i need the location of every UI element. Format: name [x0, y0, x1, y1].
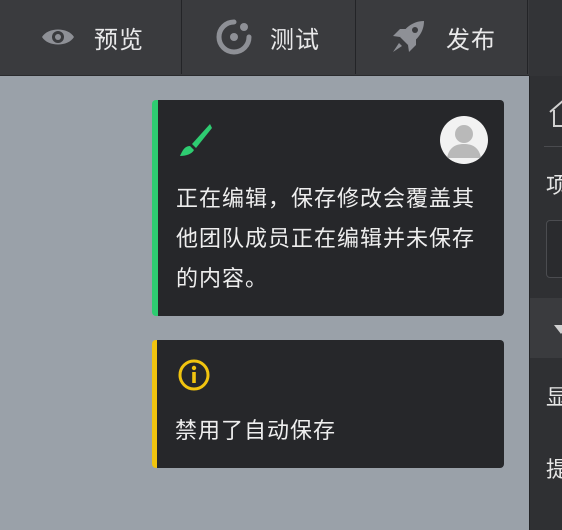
home-icon[interactable]: [548, 96, 562, 134]
toolbar-overflow-area: [529, 0, 562, 76]
panel-divider: [544, 146, 562, 147]
brush-icon: [178, 122, 212, 162]
test-icon: [216, 19, 252, 55]
test-label: 测试: [270, 25, 320, 54]
rocket-icon: [390, 19, 428, 55]
info-icon: [177, 358, 211, 396]
autosave-notice-text: 禁用了自动保存: [175, 419, 337, 444]
eye-icon: [40, 25, 76, 49]
editing-notice-text: 正在编辑，保存修改会覆盖其他团队成员正在编辑并未保存的内容。: [176, 187, 476, 292]
toolbar-divider: [527, 0, 528, 74]
toolbar-divider: [181, 0, 182, 74]
avatar-icon: [440, 116, 488, 164]
test-button[interactable]: 测试: [216, 0, 320, 74]
panel-input[interactable]: [546, 220, 562, 278]
chevron-down-icon: [554, 320, 562, 339]
editing-notice-card: 正在编辑，保存修改会覆盖其他团队成员正在编辑并未保存的内容。: [152, 100, 504, 316]
properties-panel: 项 显 提: [529, 76, 562, 530]
publish-button[interactable]: 发布: [390, 0, 496, 74]
panel-label-display: 显: [546, 380, 562, 412]
publish-label: 发布: [446, 25, 496, 54]
panel-label-project: 项: [546, 168, 562, 200]
preview-label: 预览: [94, 25, 144, 54]
top-toolbar: 预览 测试 发布: [0, 0, 562, 76]
preview-button[interactable]: 预览: [40, 0, 144, 74]
panel-label-hint: 提: [546, 452, 562, 484]
autosave-notice-card: 禁用了自动保存: [152, 340, 504, 468]
toolbar-divider: [355, 0, 356, 74]
panel-section-header[interactable]: [530, 298, 562, 358]
app-root: 预览 测试 发布 正在编辑，保存修改会覆盖其他团队成员正在编辑并未保存的内容。 …: [0, 0, 562, 530]
